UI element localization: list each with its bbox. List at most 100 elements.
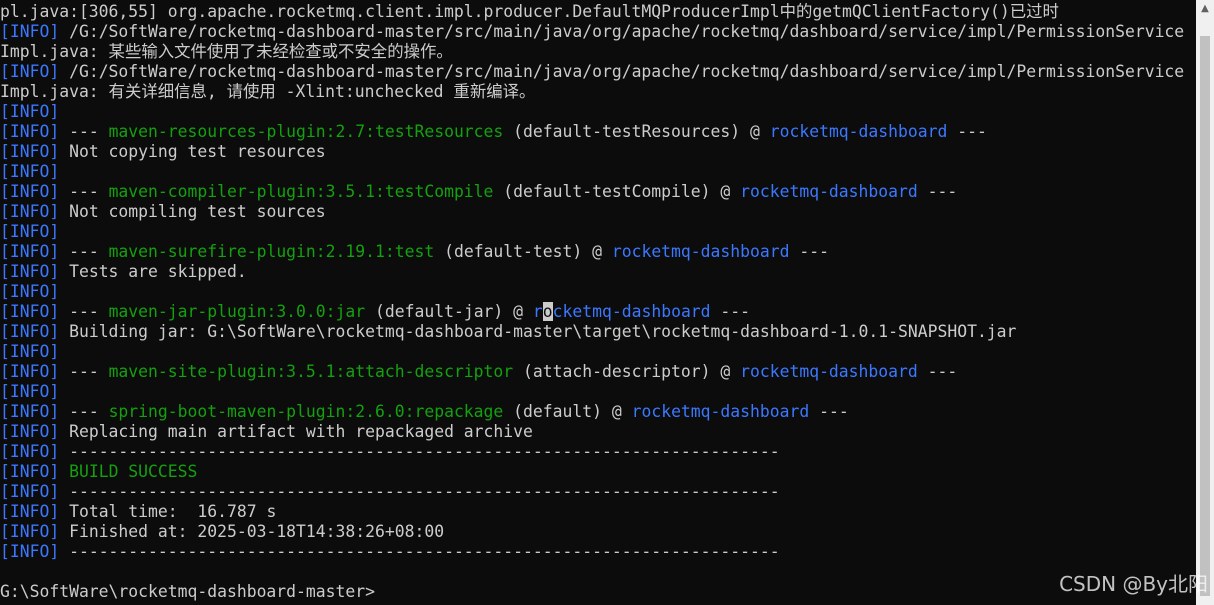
terminal-line: [INFO] Building jar: G:\SoftWare\rocketm… bbox=[0, 322, 1196, 342]
command-prompt: G:\SoftWare\rocketmq-dashboard-master> bbox=[0, 582, 1196, 602]
log-text: (default-jar) @ bbox=[365, 302, 533, 321]
terminal-line: [INFO] bbox=[0, 342, 1196, 362]
project-name: rocketmq-dashboard bbox=[611, 242, 790, 261]
log-text: ----------------------------------------… bbox=[59, 482, 780, 501]
log-text: --- bbox=[809, 402, 849, 421]
log-level-tag: [INFO] bbox=[0, 142, 60, 161]
terminal-line: [INFO] --- maven-surefire-plugin:2.19.1:… bbox=[0, 242, 1196, 262]
terminal-line: [INFO] --- maven-compiler-plugin:3.5.1:t… bbox=[0, 182, 1196, 202]
terminal-line: [INFO] ---------------------------------… bbox=[0, 442, 1196, 462]
log-text: /G:/SoftWare/rocketmq-dashboard-master/s… bbox=[59, 62, 1185, 81]
terminal-line: [INFO] ---------------------------------… bbox=[0, 542, 1196, 562]
project-name: r bbox=[532, 302, 543, 321]
plugin-goal: maven-surefire-plugin:2.19.1:test bbox=[108, 242, 435, 261]
log-level-tag: [INFO] bbox=[0, 62, 60, 81]
log-level-tag: [INFO] bbox=[0, 302, 60, 321]
terminal-line: [INFO] bbox=[0, 282, 1196, 302]
log-level-tag: [INFO] bbox=[0, 462, 60, 481]
log-text: (attach-descriptor) @ bbox=[513, 362, 741, 381]
terminal-line: pl.java:[306,55] org.apache.rocketmq.cli… bbox=[0, 2, 1196, 22]
log-text: --- bbox=[59, 362, 109, 381]
log-level-tag: [INFO] bbox=[0, 22, 60, 41]
log-text: Impl.java: 有关详细信息, 请使用 -Xlint:unchecked … bbox=[0, 82, 536, 101]
log-text: G:\SoftWare\rocketmq-dashboard-master> bbox=[0, 582, 375, 601]
terminal-line: [INFO] /G:/SoftWare/rocketmq-dashboard-m… bbox=[0, 22, 1196, 42]
terminal-line: [INFO] --- maven-site-plugin:3.5.1:attac… bbox=[0, 362, 1196, 382]
plugin-goal: maven-jar-plugin:3.0.0:jar bbox=[108, 302, 366, 321]
log-text: --- bbox=[59, 242, 109, 261]
log-level-tag: [INFO] bbox=[0, 362, 60, 381]
log-text: --- bbox=[59, 302, 109, 321]
log-level-tag: [INFO] bbox=[0, 202, 60, 221]
project-name: rocketmq-dashboard bbox=[769, 122, 948, 141]
log-text: ----------------------------------------… bbox=[59, 442, 780, 461]
log-level-tag: [INFO] bbox=[0, 282, 60, 301]
log-level-tag: [INFO] bbox=[0, 242, 60, 261]
project-name: cketmq-dashboard bbox=[552, 302, 711, 321]
scrollbar-thumb[interactable] bbox=[1200, 36, 1210, 596]
log-text: (default-testCompile) @ bbox=[493, 182, 741, 201]
project-name: rocketmq-dashboard bbox=[631, 402, 810, 421]
terminal-line: Impl.java: 有关详细信息, 请使用 -Xlint:unchecked … bbox=[0, 82, 1196, 102]
terminal-line: [INFO] bbox=[0, 222, 1196, 242]
terminal-line: [INFO] Not compiling test sources bbox=[0, 202, 1196, 222]
log-level-tag: [INFO] bbox=[0, 122, 60, 141]
plugin-goal: maven-resources-plugin:2.7:testResources bbox=[108, 122, 504, 141]
terminal-line: [INFO] Total time: 16.787 s bbox=[0, 502, 1196, 522]
log-text: Not compiling test sources bbox=[59, 202, 326, 221]
log-level-tag: [INFO] bbox=[0, 482, 60, 501]
terminal-line: [INFO] Not copying test resources bbox=[0, 142, 1196, 162]
log-text: ----------------------------------------… bbox=[59, 542, 780, 561]
log-level-tag: [INFO] bbox=[0, 162, 60, 181]
log-level-tag: [INFO] bbox=[0, 182, 60, 201]
build-status: BUILD SUCCESS bbox=[69, 462, 198, 481]
terminal-line: Impl.java: 某些输入文件使用了未经检查或不安全的操作。 bbox=[0, 42, 1196, 62]
scroll-up-icon[interactable]: ▲ bbox=[1196, 0, 1214, 18]
log-level-tag: [INFO] bbox=[0, 382, 60, 401]
log-level-tag: [INFO] bbox=[0, 402, 60, 421]
terminal-line: [INFO] --- spring-boot-maven-plugin:2.6.… bbox=[0, 402, 1196, 422]
terminal-output[interactable]: pl.java:[306,55] org.apache.rocketmq.cli… bbox=[0, 2, 1196, 605]
terminal-line: [INFO] Tests are skipped. bbox=[0, 262, 1196, 282]
terminal-line: [INFO] bbox=[0, 102, 1196, 122]
log-level-tag: [INFO] bbox=[0, 422, 60, 441]
project-name: rocketmq-dashboard bbox=[740, 182, 918, 201]
terminal-line: [INFO] bbox=[0, 162, 1196, 182]
log-text: Total time: 16.787 s bbox=[59, 502, 277, 521]
terminal-line: [INFO] ---------------------------------… bbox=[0, 482, 1196, 502]
terminal-line: [INFO] Replacing main artifact with repa… bbox=[0, 422, 1196, 442]
log-text: --- bbox=[710, 302, 751, 321]
log-text: --- bbox=[59, 402, 109, 421]
vertical-scrollbar[interactable]: ▲ bbox=[1196, 0, 1214, 605]
log-level-tag: [INFO] bbox=[0, 502, 60, 521]
log-text: Not copying test resources bbox=[59, 142, 326, 161]
log-text: Impl.java: 某些输入文件使用了未经检查或不安全的操作。 bbox=[0, 42, 453, 61]
terminal-line: [INFO] bbox=[0, 382, 1196, 402]
log-level-tag: [INFO] bbox=[0, 442, 60, 461]
selection-cursor: o bbox=[542, 302, 553, 321]
log-level-tag: [INFO] bbox=[0, 542, 60, 561]
terminal-line: [INFO] Finished at: 2025-03-18T14:38:26+… bbox=[0, 522, 1196, 542]
log-level-tag: [INFO] bbox=[0, 102, 60, 121]
log-text: (default-testResources) @ bbox=[503, 122, 770, 141]
plugin-goal: maven-site-plugin:3.5.1:attach-descripto… bbox=[108, 362, 514, 381]
log-text: --- bbox=[947, 122, 987, 141]
log-text: Finished at: 2025-03-18T14:38:26+08:00 bbox=[59, 522, 445, 541]
log-text: pl.java:[306,55] org.apache.rocketmq.cli… bbox=[0, 2, 1059, 21]
log-text: (default) @ bbox=[503, 402, 632, 421]
log-text: Replacing main artifact with repackaged … bbox=[59, 422, 533, 441]
terminal-line: [INFO] BUILD SUCCESS bbox=[0, 462, 1196, 482]
terminal-line: [INFO] --- maven-resources-plugin:2.7:te… bbox=[0, 122, 1196, 142]
log-level-tag: [INFO] bbox=[0, 262, 60, 281]
log-text: --- bbox=[917, 362, 958, 381]
log-level-tag: [INFO] bbox=[0, 222, 60, 241]
terminal-line: [INFO] --- maven-jar-plugin:3.0.0:jar (d… bbox=[0, 302, 1196, 322]
plugin-goal: maven-compiler-plugin:3.5.1:testCompile bbox=[108, 182, 494, 201]
log-level-tag: [INFO] bbox=[0, 342, 60, 361]
log-text: Tests are skipped. bbox=[59, 262, 247, 281]
log-text: Building jar: G:\SoftWare\rocketmq-dashb… bbox=[59, 322, 1017, 341]
terminal-line: [INFO] /G:/SoftWare/rocketmq-dashboard-m… bbox=[0, 62, 1196, 82]
log-text: --- bbox=[59, 182, 109, 201]
log-text: (default-test) @ bbox=[434, 242, 612, 261]
